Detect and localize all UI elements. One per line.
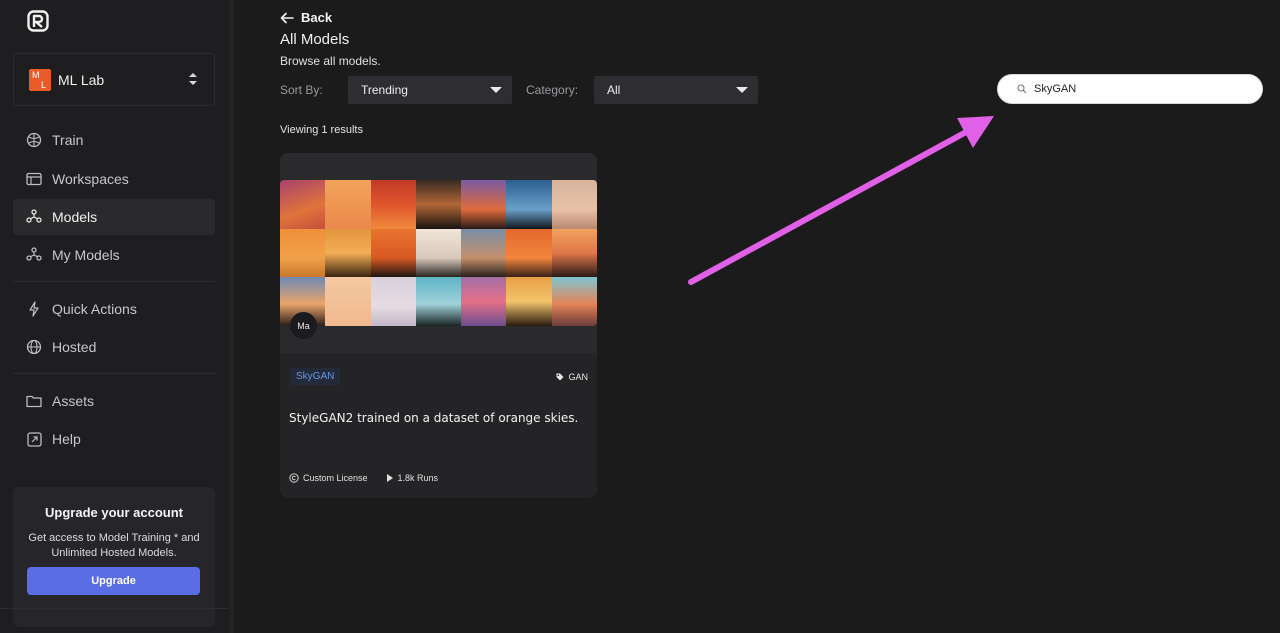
search-box[interactable] [997,74,1263,104]
model-preview-image [280,180,597,326]
sort-value: Trending [361,83,408,97]
sidebar-item-quick-actions[interactable]: Quick Actions [13,291,215,327]
model-type-label: GAN [568,372,588,382]
workspace-name: ML Lab [58,72,105,88]
model-description: StyleGAN2 trained on a dataset of orange… [289,411,579,425]
results-count: Viewing 1 results [280,124,363,136]
upgrade-description: Get access to Model Training * and Unlim… [28,532,200,559]
caret-down-icon [736,87,748,93]
copyright-icon [289,473,299,483]
folder-icon [25,392,43,410]
sidebar-item-assets[interactable]: Assets [13,383,215,419]
sidebar-item-label: Help [52,431,81,447]
upgrade-button[interactable]: Upgrade [27,567,200,595]
globe-icon [25,338,43,356]
upgrade-title: Upgrade your account [45,505,183,520]
model-meta: Custom License 1.8k Runs [289,473,456,483]
chevron-updown-icon [189,73,197,85]
model-name-tag: SkyGAN [290,368,341,385]
sidebar-item-label: Models [52,209,98,225]
sidebar-item-label: Train [52,132,84,148]
category-value: All [607,83,621,97]
sidebar-item-workspaces[interactable]: Workspaces [13,161,215,197]
sidebar-divider [0,608,228,609]
play-icon [386,474,393,482]
author-avatar[interactable]: Ma [290,312,317,339]
sidebar-scrollbar[interactable] [229,0,234,633]
sidebar-item-label: Assets [52,393,95,409]
sidebar-item-my-models[interactable]: My Models [13,237,215,273]
workspace-icon [25,170,43,188]
sidebar-item-models[interactable]: Models [13,199,215,235]
sidebar-divider [13,373,215,374]
brain-icon [25,131,43,149]
sidebar-item-label: Quick Actions [52,301,137,317]
external-link-icon [25,430,43,448]
sidebar-item-label: Hosted [52,339,97,355]
category-label: Category: [526,83,579,97]
arrow-left-icon [280,12,294,23]
sort-select[interactable]: Trending [348,76,512,104]
sidebar-divider [13,281,215,282]
runs-info: 1.8k Runs [386,473,439,483]
caret-down-icon [490,87,502,93]
page-title: All Models [280,31,350,48]
my-models-icon [25,246,43,264]
workspace-avatar: M L [29,69,51,91]
sidebar-item-label: My Models [52,247,120,263]
sidebar: M L ML Lab Train Workspaces Models My Mo… [0,0,228,633]
sidebar-item-help[interactable]: Help [13,421,215,457]
category-select[interactable]: All [594,76,758,104]
back-label: Back [301,10,333,25]
sidebar-item-hosted[interactable]: Hosted [13,329,215,365]
back-link[interactable]: Back [280,10,332,25]
license-label: Custom License [303,473,368,483]
search-icon [1017,84,1027,94]
workspace-switcher[interactable]: M L ML Lab [13,53,215,106]
tag-icon [556,373,564,381]
sidebar-item-label: Workspaces [52,171,129,187]
sidebar-item-train[interactable]: Train [13,122,215,158]
brand-logo[interactable] [27,10,49,32]
sort-label: Sort By: [280,83,323,97]
search-input[interactable] [1034,83,1234,95]
license-info: Custom License [289,473,368,483]
upgrade-panel: Upgrade your account Get access to Model… [13,487,215,627]
lightning-icon [25,300,43,318]
model-type-tag: GAN [556,372,588,382]
page-subtitle: Browse all models. [280,54,381,68]
models-icon [25,208,43,226]
runs-label: 1.8k Runs [397,473,439,483]
model-card[interactable]: Ma SkyGAN GAN StyleGAN2 trained on a dat… [280,153,597,498]
